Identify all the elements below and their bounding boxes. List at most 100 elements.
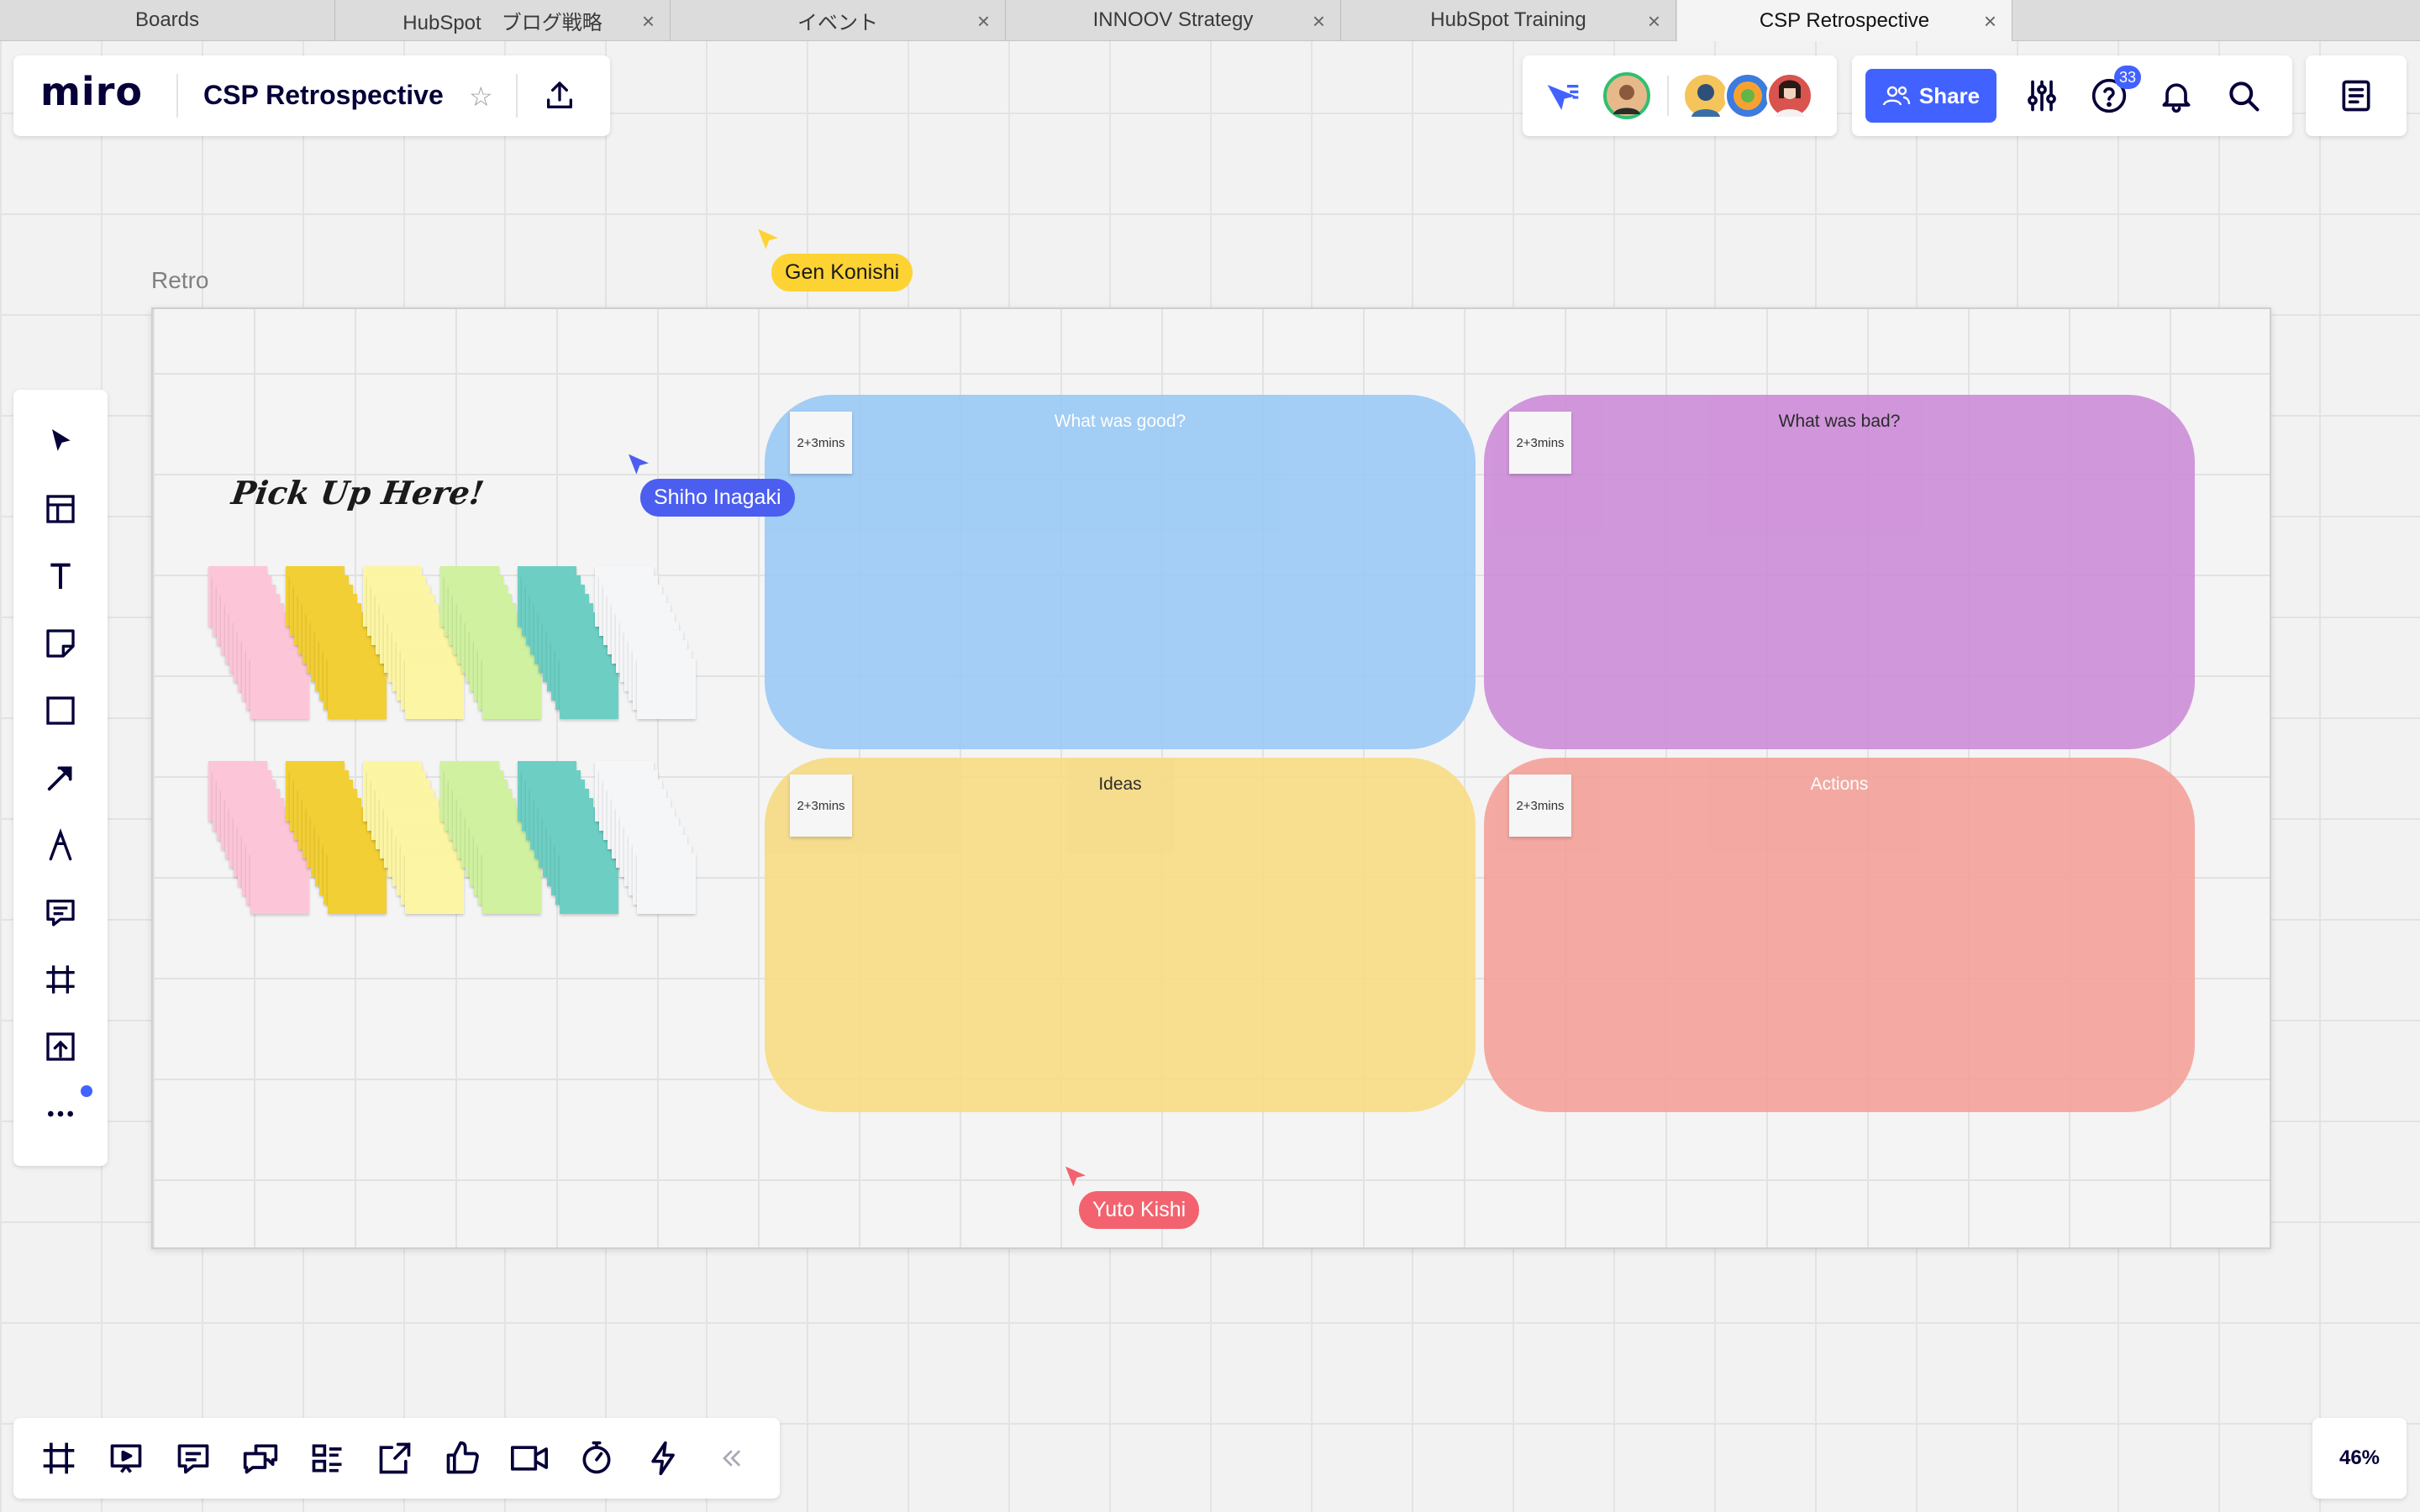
divider xyxy=(516,74,518,118)
sticky-stack[interactable] xyxy=(440,761,541,914)
follow-cursor-icon[interactable] xyxy=(1544,81,1581,114)
share-button[interactable]: Share xyxy=(1865,69,1996,123)
sticky-note[interactable] xyxy=(560,659,618,719)
sticky-note[interactable] xyxy=(405,853,464,914)
search-icon[interactable] xyxy=(2225,77,2262,114)
voting-icon[interactable] xyxy=(437,1433,487,1483)
sticky-stack[interactable] xyxy=(363,761,464,914)
sticky-stack[interactable] xyxy=(363,566,464,719)
retro-frame[interactable]: Pick Up Here! 2+3mins What was good? 2+3… xyxy=(151,307,2271,1249)
zone-title[interactable]: Ideas xyxy=(765,774,1476,795)
sticky-stack[interactable] xyxy=(440,566,541,719)
comment-icon[interactable] xyxy=(35,887,86,937)
pen-icon[interactable] xyxy=(35,820,86,870)
miro-logo[interactable]: miro xyxy=(40,69,143,114)
zone-title[interactable]: Actions xyxy=(1484,774,2195,795)
tab-label: Boards xyxy=(134,8,200,31)
zone-title[interactable]: What was good? xyxy=(765,412,1476,432)
sticky-note[interactable] xyxy=(328,659,387,719)
select-icon[interactable] xyxy=(35,417,86,467)
zone-what-was-good[interactable]: 2+3mins What was good? xyxy=(765,395,1476,749)
close-tab-icon[interactable]: × xyxy=(642,8,655,34)
tab-label: CSP Retrospective xyxy=(1759,8,1930,32)
sticky-note[interactable] xyxy=(637,853,696,914)
close-tab-icon[interactable]: × xyxy=(1984,8,1996,34)
sticky-note[interactable] xyxy=(250,659,309,719)
close-tab-icon[interactable]: × xyxy=(1648,8,1660,34)
timer-icon[interactable] xyxy=(571,1433,622,1483)
divider xyxy=(1667,76,1669,116)
left-toolbar xyxy=(13,390,108,1166)
tab-label: HubSpot Training xyxy=(1430,8,1586,31)
sticky-note[interactable] xyxy=(405,659,464,719)
sticky-note[interactable] xyxy=(560,853,618,914)
sticky-note[interactable] xyxy=(250,853,309,914)
browser-tab-boards[interactable]: Boards xyxy=(0,0,335,40)
browser-tab-hubspot-blog[interactable]: HubSpot ブログ戦略 × xyxy=(335,0,671,40)
notes-icon[interactable] xyxy=(2338,77,2375,114)
sticky-note[interactable] xyxy=(482,659,541,719)
browser-tab-hubspot-training[interactable]: HubSpot Training × xyxy=(1341,0,1676,40)
sticky-note[interactable] xyxy=(328,853,387,914)
close-tab-icon[interactable]: × xyxy=(977,8,990,34)
shape-icon[interactable] xyxy=(35,685,86,736)
browser-tab-csp-retro[interactable]: CSP Retrospective × xyxy=(1677,0,2012,41)
avatar[interactable] xyxy=(1603,72,1650,119)
zone-title[interactable]: What was bad? xyxy=(1484,412,2195,432)
notes-panel xyxy=(2306,55,2407,136)
divider xyxy=(176,74,178,118)
bottom-toolbar xyxy=(13,1418,780,1499)
settings-sliders-icon[interactable] xyxy=(2023,77,2060,114)
zone-actions[interactable]: 2+3mins Actions xyxy=(1484,758,2195,1112)
avatar[interactable] xyxy=(1766,72,1813,119)
avatar[interactable] xyxy=(1682,72,1729,119)
sticky-stack[interactable] xyxy=(518,761,618,914)
star-icon[interactable]: ☆ xyxy=(469,81,493,113)
sticky-stack[interactable] xyxy=(208,761,309,914)
zoom-level[interactable]: 46% xyxy=(2312,1418,2407,1499)
collaborator-label: Yuto Kishi xyxy=(1079,1191,1200,1229)
tools-panel: Share 33 xyxy=(1852,55,2292,136)
board-name[interactable]: CSP Retrospective xyxy=(203,80,444,111)
more-icon[interactable] xyxy=(35,1089,86,1139)
frames-icon[interactable] xyxy=(34,1433,84,1483)
sticky-stack[interactable] xyxy=(286,761,387,914)
chat-icon[interactable] xyxy=(235,1433,286,1483)
help-badge: 33 xyxy=(2114,66,2141,89)
zone-what-was-bad[interactable]: 2+3mins What was bad? xyxy=(1484,395,2195,749)
zone-ideas[interactable]: 2+3mins Ideas xyxy=(765,758,1476,1112)
sticky-note[interactable] xyxy=(637,659,696,719)
upload-icon[interactable] xyxy=(35,1021,86,1072)
frame-label[interactable]: Retro xyxy=(151,267,208,294)
export-icon[interactable] xyxy=(543,79,576,113)
cursor-arrow-icon xyxy=(1062,1164,1089,1191)
presentation-icon[interactable] xyxy=(101,1433,151,1483)
avatar[interactable] xyxy=(1724,72,1771,119)
share-screen-icon[interactable] xyxy=(370,1433,420,1483)
sticky-stack[interactable] xyxy=(208,566,309,719)
sticky-stack[interactable] xyxy=(595,761,696,914)
sticky-note-icon[interactable] xyxy=(35,618,86,669)
arrow-icon[interactable] xyxy=(35,753,86,803)
text-icon[interactable] xyxy=(35,551,86,601)
pickup-text[interactable]: Pick Up Here! xyxy=(229,474,487,512)
sticky-stack[interactable] xyxy=(286,566,387,719)
frame-icon[interactable] xyxy=(35,954,86,1005)
browser-tab-bar: Boards HubSpot ブログ戦略 × イベント × INNOOV Strat… xyxy=(0,0,2420,41)
cursor-arrow-icon xyxy=(625,452,652,479)
sticky-stack[interactable] xyxy=(595,566,696,719)
browser-tab-event[interactable]: イベント × xyxy=(671,0,1006,40)
tab-label: HubSpot ブログ戦略 xyxy=(402,11,602,34)
sticky-note[interactable] xyxy=(482,853,541,914)
browser-tab-innoov[interactable]: INNOOV Strategy × xyxy=(1006,0,1341,40)
collapse-icon[interactable] xyxy=(706,1433,756,1483)
bell-icon[interactable] xyxy=(2158,77,2195,114)
templates-icon[interactable] xyxy=(35,484,86,534)
sticky-stack[interactable] xyxy=(518,566,618,719)
tab-label: INNOOV Strategy xyxy=(1092,8,1254,31)
video-icon[interactable] xyxy=(504,1433,555,1483)
card-icon[interactable] xyxy=(302,1433,353,1483)
close-tab-icon[interactable]: × xyxy=(1313,8,1325,34)
comments-icon[interactable] xyxy=(168,1433,218,1483)
lightning-icon[interactable] xyxy=(639,1433,689,1483)
